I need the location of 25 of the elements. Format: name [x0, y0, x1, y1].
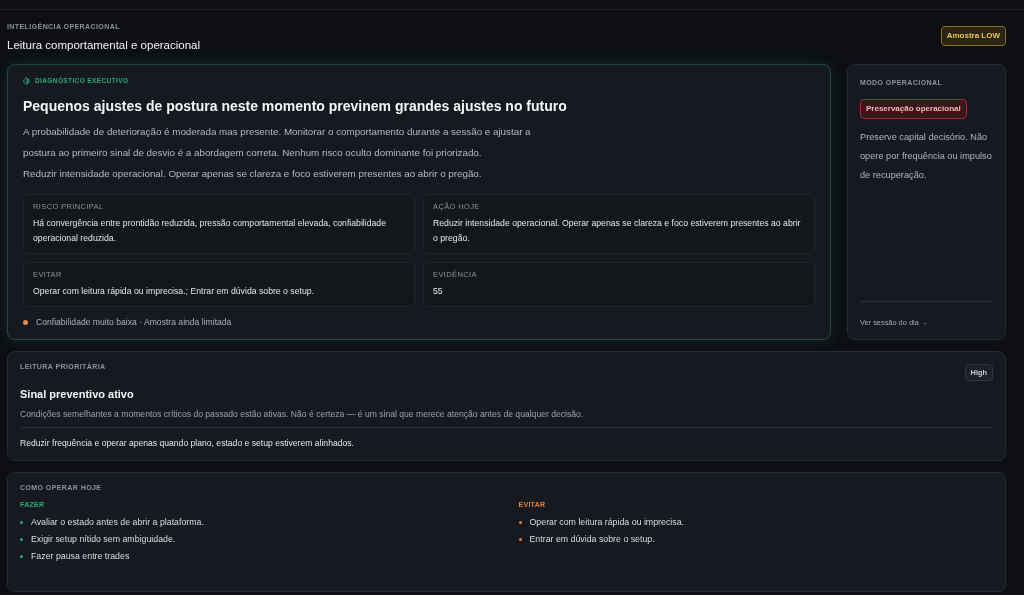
tile-text: Reduzir intensidade operacional. Operar apenas se clareza e foco estiverem presentes ao abrir o pregão.: [433, 216, 802, 245]
tile-text: Há convergência entre prontidão reduzida, pressão comportamental elevada, confiabilidade operacional reduzida.: [33, 216, 388, 245]
list-item: Operar com leitura rápida ou imprecisa.: [529, 516, 684, 530]
bullet-icon: [20, 538, 23, 542]
tile-text: Operar com leitura rápida ou imprecisa.; Entrar em dúvida sobre o setup.: [33, 285, 316, 298]
tile-text: 55: [433, 285, 444, 298]
list-item: Fazer pausa entre trades: [31, 550, 130, 564]
diagnosis-text: Reduzir intensidade operacional. Operar apenas se clareza e foco estiverem presentes ao abrir o pregão.: [23, 166, 483, 181]
reliability-note: Confiabilidade muito baixa · Amostra ainda limitada: [36, 316, 232, 329]
diagnosis-text: A probabilidade de deterioração é moderada mas presente. Monitorar o comportamento durante a sessão e ajustar a postura ao primeiro sinal de desvio é a abordagem correta. Nenhum risco oculto dominante foi priorizado.: [23, 124, 532, 160]
list-item: Entrar em dúvida sobre o setup.: [529, 533, 655, 547]
recommended-action: Reduzir frequência e operar apenas quando plano, estado e setup estiverem alinhados.: [20, 427, 993, 451]
list-item: Avaliar o estado antes de abrir a plataforma.: [31, 516, 204, 530]
sample-badge: Amostra LOW: [940, 26, 1006, 46]
list-item: Exigir setup nítido sem ambiguidade.: [31, 533, 176, 547]
page-title: Leitura comportamental e operacional: [7, 37, 201, 53]
mode-badge: Preservação operacional: [860, 99, 967, 120]
bullet-icon: [20, 521, 23, 525]
bullet-icon: [518, 538, 522, 542]
priority-title: Sinal preventivo ativo: [20, 387, 135, 402]
bullet-icon: [518, 521, 522, 525]
mode-text: Preserve capital decisório. Não opere por frequência ou impulso de recuperação.: [860, 131, 993, 183]
priority-text: Condições semelhantes a momentos críticos do passado estão ativas. Não é certeza — é um sinal que merece atenção antes de qualquer decisão.: [20, 407, 585, 421]
bullet-icon: [20, 555, 23, 559]
diagnosis-title: Pequenos ajustes de postura neste momento previnem grandes ajustes no futuro: [23, 96, 568, 116]
